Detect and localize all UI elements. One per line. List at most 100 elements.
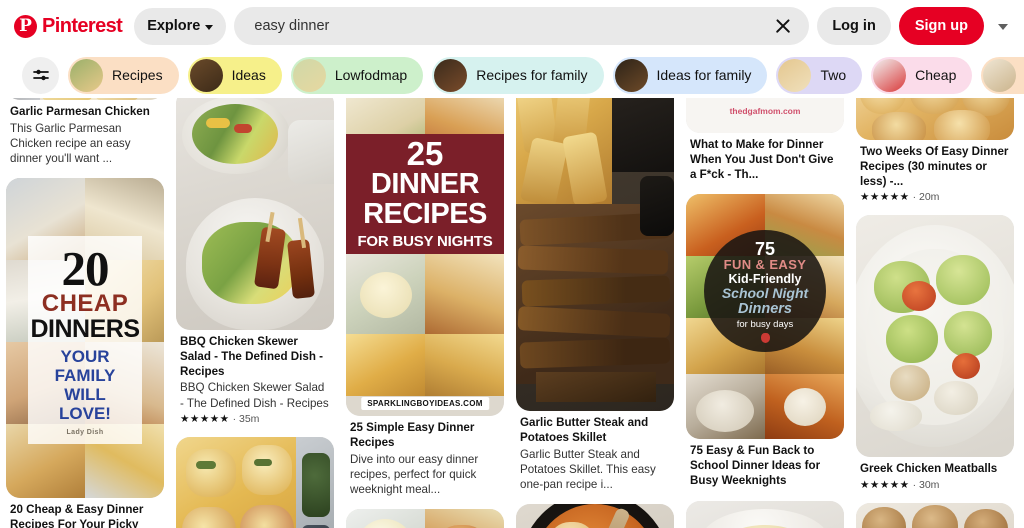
pin-title: Garlic Butter Steak and Potatoes Skillet — [520, 416, 649, 444]
filter-chip-recipes-for-family[interactable]: Recipes for family — [432, 56, 604, 94]
overlay-line-3: DINNERS — [30, 314, 140, 343]
pin-column-3: 25 DINNER RECIPES FOR BUSY NIGHTS SPARKL… — [346, 98, 504, 528]
pin-meta: Greek Chicken Meatballs ★★★★★ · 30m — [856, 457, 1014, 491]
rating-stars: ★★★★★ — [180, 412, 230, 425]
overlay-line-7: LOVE! — [59, 403, 111, 423]
overlay-line-3: RECIPES — [363, 198, 487, 230]
pin-20-cheap-dinners[interactable]: 20 CHEAP DINNERS YOUR FAMILY WILL LOVE! … — [6, 178, 164, 528]
pin-meatball-tray[interactable] — [856, 503, 1014, 528]
overlay-line-2: CHEAP — [41, 290, 129, 318]
pin-title: 75 Easy & Fun Back to School Dinner Idea… — [690, 444, 821, 488]
pin-meta: 20 Cheap & Easy Dinner Recipes For Your … — [6, 498, 164, 528]
pin-rating: ★★★★★ · 35m — [180, 413, 330, 425]
filter-button[interactable] — [22, 56, 59, 94]
rating-time: · 35m — [232, 412, 260, 425]
pin-title: BBQ Chicken Skewer Salad - The Defined D… — [180, 335, 324, 378]
filter-chip-recipes[interactable]: Recipes — [68, 56, 179, 94]
pin-title: Two Weeks Of Easy Dinner Recipes (30 min… — [860, 145, 1009, 188]
pin-image[interactable]: COO — [6, 98, 164, 100]
login-button[interactable]: Log in — [817, 7, 891, 45]
pin-baked-pasta-skillet[interactable] — [516, 503, 674, 528]
chip-thumbnail — [983, 58, 1017, 92]
filter-chip-two[interactable]: Two — [776, 56, 863, 94]
overlay-line-1: 75 — [754, 238, 776, 259]
pin-meta: BBQ Chicken Skewer Salad - The Defined D… — [176, 330, 334, 425]
chip-thumbnail — [614, 58, 648, 92]
pin-title: Garlic Parmesan Chicken — [10, 105, 150, 118]
pin-image[interactable]: 25 DINNER RECIPES FOR BUSY NIGHTS SPARKL… — [346, 98, 504, 416]
filter-chip-recipes-crockpot[interactable]: Recipes crockpot — [981, 56, 1024, 94]
pin-image[interactable]: 75 FUN & EASY Kid-Friendly School Night … — [686, 194, 844, 440]
chip-label: Ideas — [231, 67, 266, 83]
pin-image[interactable]: you need to know thedgafmom.com — [686, 98, 844, 133]
overlay-line-1: 20 — [61, 241, 110, 297]
signup-button[interactable]: Sign up — [898, 7, 984, 45]
pin-garlic-parmesan-chicken[interactable]: COO Garlic Parmesan Chicken This Garlic … — [6, 98, 164, 166]
pin-stuffed-peppers[interactable] — [176, 436, 334, 528]
pin-creamy-pasta-bowl[interactable] — [686, 500, 844, 528]
strawberry-icon — [760, 333, 770, 344]
pin-25-dinner-recipes[interactable]: 25 DINNER RECIPES FOR BUSY NIGHTS SPARKL… — [346, 98, 504, 497]
pinterest-wordmark: Pinterest — [42, 14, 123, 37]
rating-stars: ★★★★★ — [860, 479, 910, 492]
overlay-badge: 75 FUN & EASY Kid-Friendly School Night … — [704, 230, 826, 353]
chip-label: Recipes for family — [476, 67, 588, 83]
pin-description: Garlic Butter Steak and Potatoes Skillet… — [520, 447, 656, 491]
pin-75-school-night-dinners[interactable]: 75 FUN & EASY Kid-Friendly School Night … — [686, 194, 844, 488]
pin-bbq-chicken-skewer-salad[interactable]: BBQ Chicken Skewer Salad - The Defined D… — [176, 98, 334, 425]
pin-meta: What to Make for Dinner When You Just Do… — [686, 133, 844, 182]
pin-image[interactable] — [176, 98, 334, 330]
pin-two-weeks-easy-dinner-recipes[interactable]: Two Weeks Of Easy Dinner Recipes (30 min… — [856, 98, 1014, 203]
pin-meta: Two Weeks Of Easy Dinner Recipes (30 min… — [856, 140, 1014, 203]
pin-column-5: you need to know thedgafmom.com What to … — [686, 98, 844, 528]
filter-chip-row: Recipes Ideas Lowfodmap Recipes for family I… — [0, 52, 1024, 98]
pin-column-4: Garlic Butter Steak and Potatoes Skillet… — [516, 98, 674, 528]
pin-title: Greek Chicken Meatballs — [860, 462, 998, 476]
rating-time: · 20m — [912, 191, 940, 204]
overlay-line-6: WILL — [64, 384, 106, 404]
pin-description: This Garlic Parmesan Chicken recipe an e… — [10, 121, 131, 165]
filter-chip-lowfodmap[interactable]: Lowfodmap — [290, 56, 424, 94]
chip-label: Lowfodmap — [334, 67, 408, 83]
pin-image[interactable] — [516, 503, 674, 528]
pin-image[interactable] — [856, 215, 1014, 458]
pin-image[interactable] — [516, 98, 674, 411]
pin-title: 25 Simple Easy Dinner Recipes — [350, 421, 475, 449]
filter-chip-ideas-for-family[interactable]: Ideas for family — [612, 56, 768, 94]
account-menu-button[interactable] — [992, 22, 1012, 30]
overlay-line-2: DINNER — [370, 168, 480, 201]
search-bar[interactable]: easy dinner — [234, 7, 810, 45]
close-icon[interactable] — [773, 16, 793, 36]
pin-garlic-butter-steak-potatoes[interactable]: Garlic Butter Steak and Potatoes Skillet… — [516, 98, 674, 492]
login-label: Log in — [832, 18, 876, 34]
pin-image[interactable] — [346, 508, 504, 528]
pin-what-to-make-for-dinner[interactable]: you need to know thedgafmom.com What to … — [686, 98, 844, 182]
chip-thumbnail — [434, 58, 468, 92]
explore-label: Explore — [147, 18, 201, 34]
pin-rating: ★★★★★ · 20m — [860, 191, 1010, 203]
pin-image[interactable] — [856, 503, 1014, 528]
filter-chip-ideas[interactable]: Ideas — [187, 56, 282, 94]
search-input[interactable]: easy dinner — [254, 18, 773, 34]
pin-image[interactable] — [176, 436, 334, 528]
chevron-down-icon — [998, 24, 1008, 30]
overlay-line-4: FOR BUSY NIGHTS — [357, 232, 493, 250]
filter-chip-cheap[interactable]: Cheap — [871, 56, 973, 94]
pin-meta: 25 Simple Easy Dinner Recipes Dive into … — [346, 416, 504, 497]
pin-title: 20 Cheap & Easy Dinner Recipes For Your … — [10, 503, 144, 528]
explore-button[interactable]: Explore — [134, 7, 227, 45]
pin-image[interactable] — [686, 500, 844, 528]
overlay-line-4: School Night — [721, 285, 809, 302]
overlay-watermark: SPARKLINGBOYIDEAS.COM — [361, 397, 489, 410]
chip-thumbnail — [70, 58, 103, 92]
pin-title: What to Make for Dinner When You Just Do… — [690, 138, 834, 181]
pin-chicken-pasta-collage[interactable] — [346, 508, 504, 528]
pin-image[interactable]: 20 CHEAP DINNERS YOUR FAMILY WILL LOVE! … — [6, 178, 164, 499]
pin-greek-chicken-meatballs[interactable]: Greek Chicken Meatballs ★★★★★ · 30m — [856, 215, 1014, 491]
overlay-line-1: 25 — [406, 135, 444, 173]
pinterest-logo[interactable]: P Pinterest — [14, 14, 126, 38]
pin-image[interactable] — [856, 98, 1014, 140]
chip-thumbnail — [778, 58, 812, 92]
pin-description: Dive into our easy dinner recipes, perfe… — [350, 452, 479, 496]
rating-stars: ★★★★★ — [860, 191, 910, 204]
